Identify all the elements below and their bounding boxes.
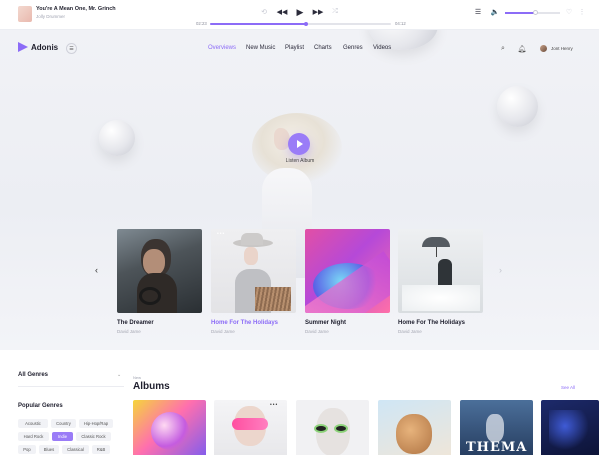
album-cover[interactable] — [296, 400, 369, 455]
carousel-prev-icon[interactable]: ‹ — [95, 265, 98, 275]
album-cover-home-for-the-holidays[interactable]: ••• — [211, 229, 296, 313]
see-all-link[interactable]: See All — [561, 385, 575, 390]
heart-icon[interactable]: ♡ — [565, 7, 573, 17]
album-cover[interactable] — [378, 400, 451, 455]
album-cover[interactable] — [541, 400, 599, 455]
decor-sphere — [497, 86, 538, 127]
previous-icon[interactable]: ◀◀ — [277, 7, 288, 17]
card-title[interactable]: Summer Night — [305, 320, 346, 326]
now-playing-title[interactable]: You're A Mean One, Mr. Grinch — [36, 6, 116, 12]
album-cover-text: THEMA — [466, 440, 528, 455]
decor-sphere — [99, 120, 135, 156]
album-cover-home-for-the-holidays-2[interactable] — [398, 229, 483, 313]
play-icon[interactable]: ▶ — [294, 7, 306, 17]
genre-tag[interactable]: Country — [51, 419, 76, 428]
genre-tag[interactable]: Hard Rock — [18, 432, 49, 441]
time-elapsed: 02:23 — [196, 21, 207, 26]
progress-knob[interactable] — [303, 21, 308, 26]
nav-charts[interactable]: Charts — [314, 45, 332, 51]
album-cover[interactable] — [133, 400, 206, 455]
genre-tag[interactable]: Blues — [39, 445, 59, 454]
card-artist[interactable]: David Jame — [398, 329, 422, 334]
divider — [18, 386, 124, 387]
carousel-next-icon[interactable]: › — [499, 265, 502, 275]
progress-bar[interactable] — [210, 21, 391, 26]
card-more-icon[interactable]: ••• — [217, 231, 225, 237]
search-icon[interactable]: ⌕ — [498, 44, 508, 54]
card-artist[interactable]: David Jame — [117, 329, 141, 334]
queue-icon[interactable]: ☰ — [473, 7, 483, 17]
breadcrumb: New — [133, 375, 142, 380]
genre-tag-active[interactable]: Indie — [52, 432, 73, 441]
volume-icon[interactable]: 🔈 — [490, 7, 500, 17]
popular-genres-title: Popular Genres — [18, 403, 63, 409]
user-name[interactable]: Jont Henry — [551, 46, 573, 51]
nav-new-music[interactable]: New Music — [246, 45, 275, 51]
progress-fill — [210, 23, 306, 25]
genre-tag[interactable]: Classic Rock — [76, 432, 111, 441]
genre-tag[interactable]: Pop — [18, 445, 36, 454]
card-title[interactable]: Home For The Holidays — [398, 320, 465, 326]
genre-select[interactable]: All Genres — [18, 372, 48, 378]
hamburger-icon: ☰ — [69, 45, 74, 52]
card-title[interactable]: The Dreamer — [117, 320, 154, 326]
shuffle-icon[interactable]: ⤮ — [330, 7, 340, 17]
now-playing-artist[interactable]: Jolly Drummer — [36, 14, 65, 19]
albums-title: Albums — [133, 381, 170, 392]
next-icon[interactable]: ▶▶ — [313, 7, 324, 17]
nav-overviews[interactable]: Overviews — [208, 45, 236, 51]
card-artist[interactable]: David Jame — [305, 329, 329, 334]
album-cover-summer-night[interactable] — [305, 229, 390, 313]
genre-tag[interactable]: Acoustic — [18, 419, 48, 428]
logo-text[interactable]: Adonis — [31, 43, 58, 52]
volume-slider[interactable] — [505, 10, 560, 15]
logo-icon[interactable] — [18, 42, 28, 52]
nav-playlist[interactable]: Playlist — [285, 45, 304, 51]
volume-fill — [505, 12, 536, 14]
genre-tag[interactable]: Hip-Hop/Rap — [79, 419, 113, 428]
nav-videos[interactable]: Videos — [373, 45, 391, 51]
album-cover[interactable]: THEMA — [460, 400, 533, 455]
genre-tag[interactable]: R&B — [92, 445, 110, 454]
now-playing-cover[interactable] — [18, 6, 32, 22]
album-cover-the-dreamer[interactable] — [117, 229, 202, 313]
listen-album-label[interactable]: Listen Album — [272, 158, 328, 164]
chevron-down-icon[interactable]: ⌄ — [117, 372, 121, 378]
more-icon[interactable]: ⋮ — [578, 7, 586, 17]
album-more-icon[interactable]: ••• — [270, 402, 278, 408]
card-title[interactable]: Home For The Holidays — [211, 320, 278, 326]
genre-tag[interactable]: Classical — [62, 445, 89, 454]
time-total: 04:12 — [395, 21, 406, 26]
listen-album-button[interactable] — [288, 133, 310, 155]
bell-icon[interactable]: 🔔︎ — [517, 44, 527, 54]
play-icon — [297, 140, 303, 148]
album-cover[interactable]: ••• — [214, 400, 287, 455]
nav-genres[interactable]: Genres — [343, 45, 363, 51]
hero-banner — [0, 30, 599, 350]
card-artist[interactable]: David Jame — [211, 329, 235, 334]
volume-knob[interactable] — [532, 10, 538, 15]
menu-button[interactable]: ☰ — [66, 43, 77, 54]
repeat-icon[interactable]: ⟲ — [259, 7, 269, 17]
avatar[interactable] — [540, 45, 547, 52]
